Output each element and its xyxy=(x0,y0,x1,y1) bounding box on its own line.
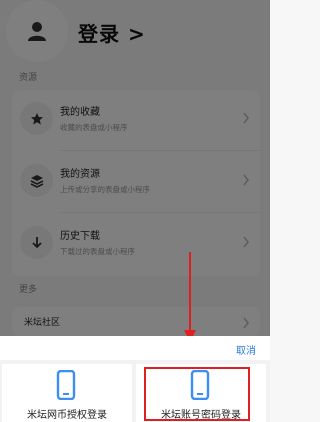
highlight-box xyxy=(144,367,250,421)
annotation-arrow xyxy=(184,252,196,342)
phone-icon xyxy=(56,370,76,400)
cancel-button[interactable]: 取消 xyxy=(236,342,256,357)
option-label: 米坛网币授权登录 xyxy=(27,410,107,421)
dim-overlay[interactable] xyxy=(0,0,270,336)
coin-auth-login-option[interactable]: 米坛网币授权登录 xyxy=(2,364,132,422)
